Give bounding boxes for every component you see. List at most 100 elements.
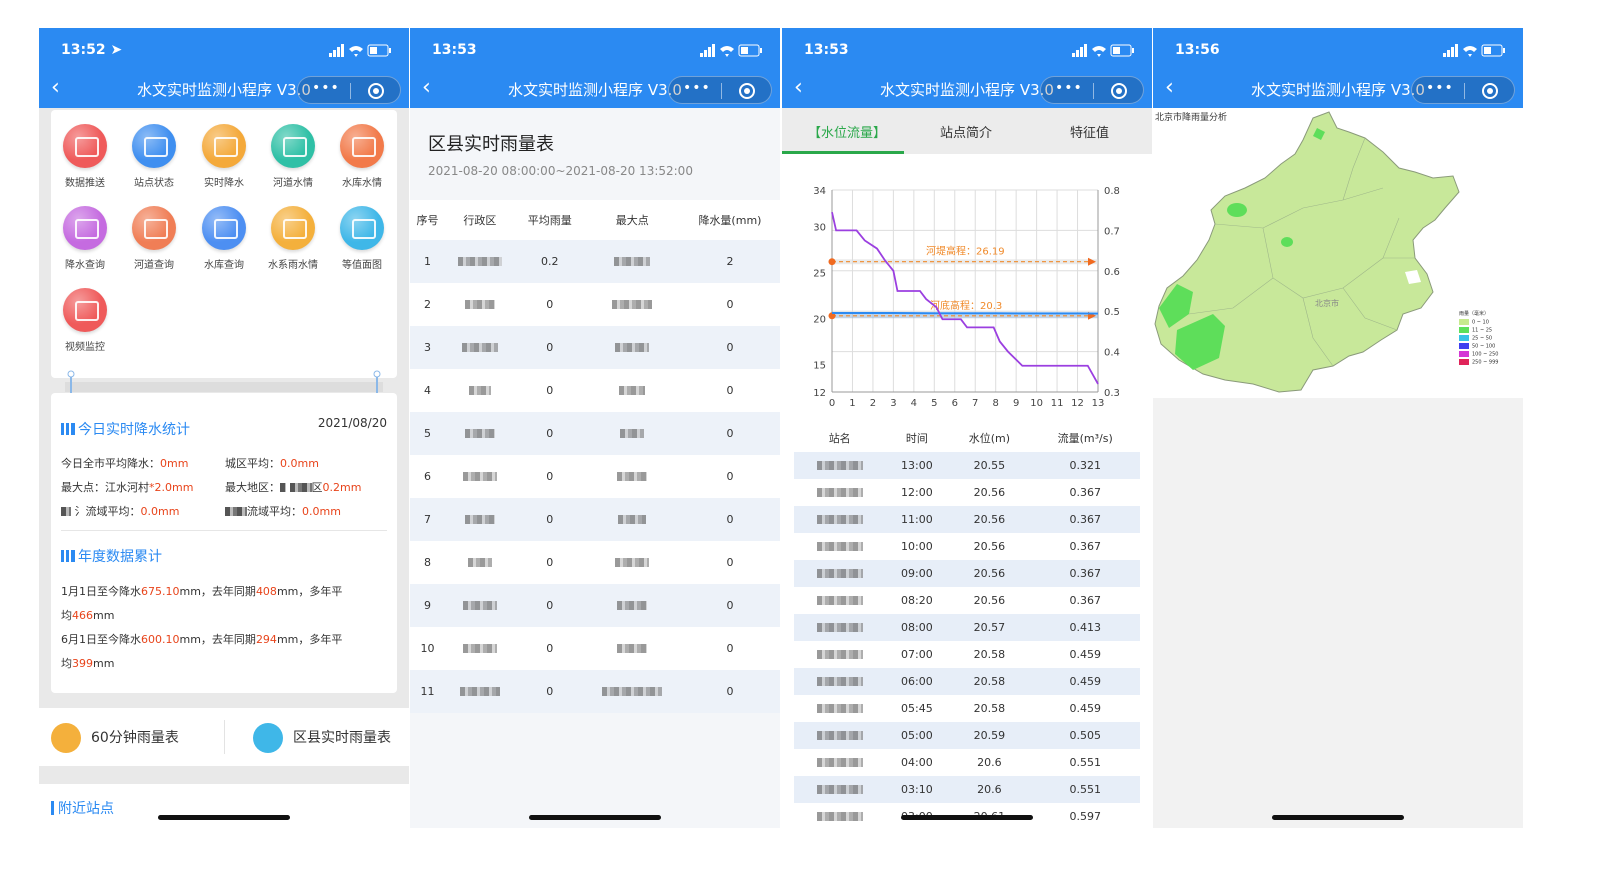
col-header: 最大点 (584, 200, 680, 240)
table-row[interactable]: 13:00 20.55 0.321 (794, 452, 1140, 479)
close-target-icon[interactable] (739, 83, 755, 99)
table-row[interactable]: 03:10 20.6 0.551 (794, 776, 1140, 803)
table-cell: 0 (679, 670, 780, 713)
table-cell: 04:00 (901, 756, 933, 769)
nearby-title[interactable]: 附近站点 (51, 798, 114, 818)
x-tick-label: 9 (1013, 398, 1019, 409)
table-cell: 13:00 (885, 452, 949, 479)
more-icon[interactable]: ••• (312, 80, 340, 96)
menu-item-icon (132, 206, 176, 250)
x-tick-label: 5 (931, 398, 937, 409)
menu-capsule[interactable]: ••• (1411, 76, 1515, 104)
legend-label: 250 ~ 999 (1472, 359, 1499, 366)
table-cell: 20.6 (948, 776, 1031, 803)
table-row[interactable]: 3 0 0 (410, 326, 780, 369)
table-cell: 0.367 (1069, 540, 1101, 553)
table-cell: 20.56 (948, 560, 1031, 587)
tab-characteristics[interactable]: 特征值 (1070, 122, 1109, 141)
menu-item[interactable]: 河道查询 (123, 206, 185, 276)
redacted-station (794, 533, 885, 560)
hourly-rain-link[interactable]: 60分钟雨量表 (51, 723, 179, 753)
district-rain-link[interactable]: 区县实时雨量表 (253, 723, 391, 753)
status-time: 13:53 (432, 42, 477, 58)
more-icon[interactable]: ••• (1055, 80, 1083, 96)
table-row[interactable]: 9 0 0 (410, 584, 780, 627)
more-icon[interactable]: ••• (1426, 80, 1454, 96)
table-row[interactable]: 05:00 20.59 0.505 (794, 722, 1140, 749)
table-row[interactable]: 7 0 0 (410, 498, 780, 541)
table-row[interactable]: 08:00 20.57 0.413 (794, 614, 1140, 641)
menu-item[interactable]: 水库水情 (331, 124, 393, 194)
menu-item-icon (202, 206, 246, 250)
redacted-station (794, 641, 885, 668)
today-stats-title: 今日实时降水统计 (61, 419, 190, 439)
table-row[interactable]: 4 0 0 (410, 369, 780, 412)
tab-water-flow[interactable]: 【水位流量】 (808, 122, 886, 141)
status-time: 13:56 (1175, 42, 1220, 58)
table-row[interactable]: 04:00 20.6 0.551 (794, 749, 1140, 776)
table-row[interactable]: 6 0 0 (410, 455, 780, 498)
map-center-label: 北京市 (1315, 298, 1339, 308)
table-row[interactable]: 2 0 0 (410, 283, 780, 326)
menu-item[interactable]: 等值面图 (331, 206, 393, 276)
x-tick-label: 0 (829, 398, 835, 409)
basin-avg-2: 流域平均：0.0mm (225, 503, 341, 519)
redacted-cell (584, 240, 680, 283)
menu-item[interactable]: 视频监控 (54, 288, 116, 358)
legend-swatch (1459, 359, 1469, 365)
table-row[interactable]: 10:00 20.56 0.367 (794, 533, 1140, 560)
menu-capsule[interactable]: ••• (668, 76, 772, 104)
menu-item-label: 河道水情 (273, 178, 313, 189)
col-header: 序号 (410, 200, 445, 240)
table-row[interactable]: 08:20 20.56 0.367 (794, 587, 1140, 614)
table-row[interactable]: 5 0 0 (410, 412, 780, 455)
table-cell: 0.2 (514, 240, 585, 283)
table-cell: 0.367 (1069, 486, 1101, 499)
y2-tick-label: 0.3 (1104, 388, 1120, 399)
menu-capsule[interactable]: ••• (1040, 76, 1144, 104)
quick-links: 60分钟雨量表 区县实时雨量表 (39, 708, 409, 766)
menu-item[interactable]: 河道水情 (262, 124, 324, 194)
menu-item[interactable]: 降水查询 (54, 206, 116, 276)
redacted-cell (584, 412, 680, 455)
table-cell: 0 (679, 412, 780, 455)
table-cell: 0 (514, 627, 585, 670)
col-header: 平均雨量 (514, 200, 585, 240)
more-icon[interactable]: ••• (683, 80, 711, 96)
close-target-icon[interactable] (1482, 83, 1498, 99)
tab-station-intro[interactable]: 站点简介 (940, 122, 992, 141)
table-row[interactable]: 05:45 20.58 0.459 (794, 695, 1140, 722)
close-target-icon[interactable] (1111, 83, 1127, 99)
status-bar: 13:52 ➤ (39, 42, 409, 60)
reference-marker (828, 258, 836, 266)
table-row[interactable]: 09:00 20.56 0.367 (794, 560, 1140, 587)
x-tick-label: 1 (849, 398, 855, 409)
legend-item: 100 ~ 250 (1459, 351, 1498, 359)
table-row[interactable]: 06:00 20.58 0.459 (794, 668, 1140, 695)
table-cell: 5 (410, 412, 445, 455)
menu-capsule[interactable]: ••• (297, 76, 401, 104)
menu-item[interactable]: 水库查询 (193, 206, 255, 276)
table-row[interactable]: 8 0 0 (410, 541, 780, 584)
table-row[interactable]: 10 0 0 (410, 627, 780, 670)
table-cell: 20.57 (948, 614, 1031, 641)
menu-item[interactable]: 站点状态 (123, 124, 185, 194)
legend-swatch (1459, 327, 1469, 333)
table-row[interactable]: 1 0.2 2 (410, 240, 780, 283)
table-cell: 06:00 (885, 668, 949, 695)
table-row[interactable]: 11 0 0 (410, 670, 780, 713)
status-icons (1443, 44, 1505, 57)
table-row[interactable]: 12:00 20.56 0.367 (794, 479, 1140, 506)
max-point: 最大点：江水河村*2.0mm (61, 481, 194, 494)
close-target-icon[interactable] (368, 83, 384, 99)
menu-item[interactable]: 实时降水 (193, 124, 255, 194)
table-row[interactable]: 11:00 20.56 0.367 (794, 506, 1140, 533)
table-cell: 1 (410, 240, 445, 283)
rainfall-map[interactable]: 北京市降雨量分析 北京市 雨量（毫米） 0 ~ 10 11 ~ 25 25 ~ 50 5… (1153, 108, 1523, 398)
home-screen: 13:52 ➤ ‹ 水文实时监测小程序 V3.0 ••• 数据推送 站点状态 实时降… (39, 28, 409, 828)
menu-item[interactable]: 数据推送 (54, 124, 116, 194)
table-cell: 0 (679, 326, 780, 369)
table-row[interactable]: 07:00 20.58 0.459 (794, 641, 1140, 668)
city-avg: 今日全市平均降水：0mm (61, 457, 189, 470)
menu-item[interactable]: 水系雨水情 (262, 206, 324, 276)
